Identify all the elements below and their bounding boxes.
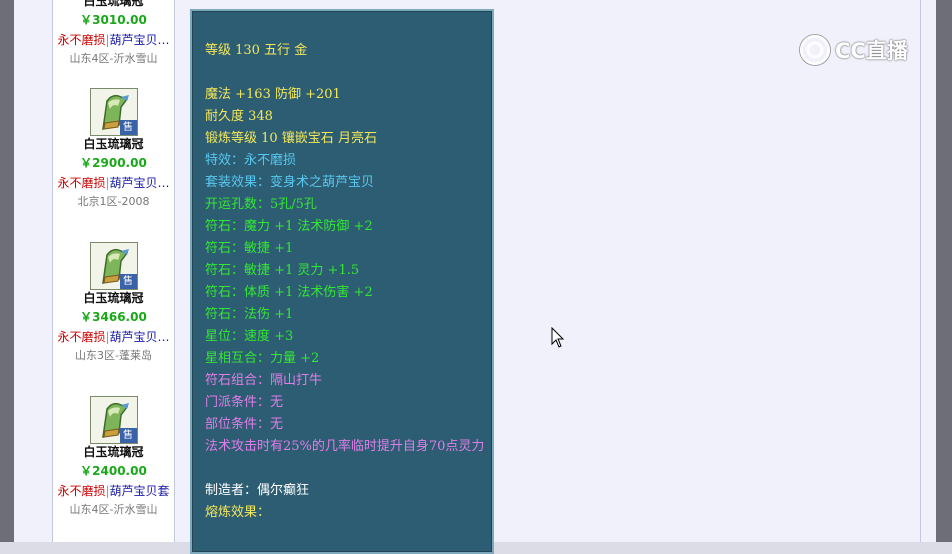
item-price: ￥3010.00 bbox=[80, 13, 147, 27]
tag-set: 葫芦宝贝套 bbox=[109, 484, 170, 498]
tag-effect: 永不磨损 bbox=[57, 176, 106, 190]
right-frame bbox=[936, 0, 952, 542]
tag-effect: 永不磨损 bbox=[57, 33, 106, 47]
combo-effect-line: 法术攻击时有25%的几率临时提升自身70点灵力 bbox=[205, 439, 485, 454]
set-effect-line: 套装效果：变身术之葫芦宝贝 bbox=[205, 175, 375, 190]
rune-line: 符石：魔力 +1 法术防御 +2 bbox=[205, 219, 373, 234]
rune-line: 符石：敏捷 +1 bbox=[205, 241, 294, 256]
tag-set: 葫芦宝贝… bbox=[109, 33, 170, 47]
star-match-line: 星相互合：力量 +2 bbox=[205, 351, 320, 366]
list-item[interactable]: 白玉琉璃冠 ￥3010.00 永不磨损|葫芦宝贝… 山东4区-沂水雪山 bbox=[53, 0, 174, 68]
item-tags: 永不磨损|葫芦宝贝… bbox=[53, 173, 174, 193]
holes-line: 开运孔数：5孔/5孔 bbox=[205, 197, 317, 212]
item-server: 山东3区-蓬莱岛 bbox=[75, 349, 152, 362]
item-price: ￥2400.00 bbox=[80, 464, 147, 478]
item-tags: 永不磨损|葫芦宝贝… bbox=[53, 30, 174, 50]
watermark-text: CC直播 bbox=[835, 39, 908, 63]
rune-line: 符石：敏捷 +1 灵力 +1.5 bbox=[205, 263, 360, 278]
item-detail-tooltip: 等级 130 五行 金 魔法 +163 防御 +201 耐久度 348 锻炼等级… bbox=[190, 9, 494, 554]
item-server: 山东4区-沂水雪山 bbox=[69, 503, 158, 516]
left-frame bbox=[0, 0, 14, 542]
item-price: ￥3466.00 bbox=[80, 310, 147, 324]
list-item[interactable]: 售 白玉琉璃冠 ￥3466.00 永不磨损|葫芦宝贝… 山东3区-蓬莱岛 bbox=[53, 242, 174, 365]
sale-badge: 售 bbox=[119, 428, 137, 443]
special-effect-line: 特效：永不磨损 bbox=[205, 153, 297, 168]
durability-line: 耐久度 348 bbox=[205, 109, 273, 124]
star-line: 星位：速度 +3 bbox=[205, 329, 294, 344]
list-item[interactable]: 售 白玉琉璃冠 ￥2900.00 永不磨损|葫芦宝贝… 北京1区-2008 bbox=[53, 88, 174, 211]
list-item[interactable]: 售 白玉琉璃冠 ￥2400.00 永不磨损|葫芦宝贝套 山东4区-沂水雪山 bbox=[53, 396, 174, 519]
level-line: 等级 130 五行 金 bbox=[205, 43, 308, 58]
item-name[interactable]: 白玉琉璃冠 bbox=[53, 290, 174, 307]
part-requirement-line: 部位条件：无 bbox=[205, 417, 284, 432]
tag-effect: 永不磨损 bbox=[57, 484, 106, 498]
mouse-cursor-icon bbox=[551, 327, 565, 348]
item-tags: 永不磨损|葫芦宝贝套 bbox=[53, 481, 174, 501]
item-name[interactable]: 白玉琉璃冠 bbox=[53, 0, 174, 10]
item-name[interactable]: 白玉琉璃冠 bbox=[53, 136, 174, 153]
rune-combo-line: 符石组合：隔山打牛 bbox=[205, 373, 323, 388]
content-border bbox=[920, 0, 921, 542]
crown-icon[interactable]: 售 bbox=[89, 88, 138, 136]
related-items-sidebar: 白玉琉璃冠 ￥3010.00 永不磨损|葫芦宝贝… 山东4区-沂水雪山 售 白玉… bbox=[52, 0, 175, 542]
tag-effect: 永不磨损 bbox=[57, 330, 106, 344]
rune-line: 符石：体质 +1 法术伤害 +2 bbox=[205, 285, 373, 300]
tag-set: 葫芦宝贝… bbox=[109, 330, 170, 344]
tag-set: 葫芦宝贝… bbox=[109, 176, 170, 190]
crown-icon[interactable]: 售 bbox=[89, 396, 138, 444]
cc-logo-icon bbox=[799, 34, 831, 66]
item-name[interactable]: 白玉琉璃冠 bbox=[53, 444, 174, 461]
sect-requirement-line: 门派条件：无 bbox=[205, 395, 284, 410]
forge-line: 锻炼等级 10 镶嵌宝石 月亮石 bbox=[205, 131, 377, 146]
item-server: 北京1区-2008 bbox=[77, 195, 150, 208]
sale-badge: 售 bbox=[119, 120, 137, 135]
item-server: 山东4区-沂水雪山 bbox=[69, 52, 158, 65]
item-tags: 永不磨损|葫芦宝贝… bbox=[53, 327, 174, 347]
sale-badge: 售 bbox=[119, 274, 137, 289]
cc-live-watermark: CC直播 bbox=[798, 33, 908, 67]
smelt-line: 熔炼效果： bbox=[205, 505, 271, 520]
maker-line: 制造者：偶尔癫狂 bbox=[205, 483, 310, 498]
crown-icon[interactable]: 售 bbox=[89, 242, 138, 290]
item-price: ￥2900.00 bbox=[80, 156, 147, 170]
rune-line: 符石：法伤 +1 bbox=[205, 307, 294, 322]
magic-defense-line: 魔法 +163 防御 +201 bbox=[205, 87, 341, 102]
